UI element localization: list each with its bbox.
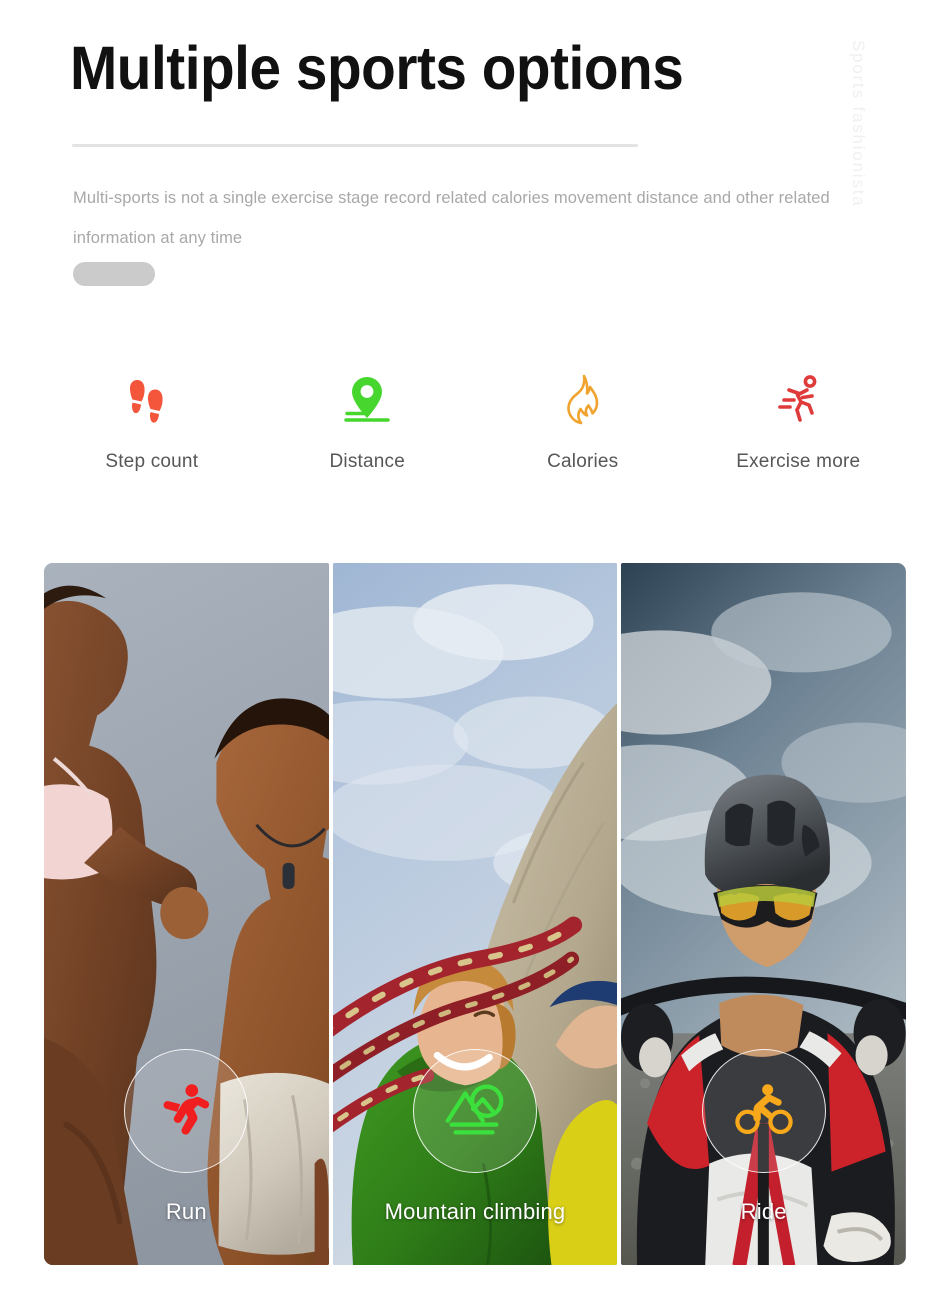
feature-item-step-count[interactable]: Step count	[44, 365, 260, 495]
panel-mountain-climbing[interactable]: Mountain climbing	[332, 563, 618, 1265]
placeholder-pill	[73, 262, 155, 286]
location-pin-icon	[335, 365, 399, 435]
footprints-icon	[120, 365, 184, 435]
panel-run[interactable]: Run	[44, 563, 329, 1265]
sport-panels: Run Mountain climbing Ride	[44, 563, 907, 1265]
feature-item-distance[interactable]: Distance	[260, 365, 476, 495]
running-person-icon	[155, 1078, 217, 1145]
panel-badge-ride[interactable]	[701, 1049, 826, 1173]
page-title: Multiple sports options	[70, 34, 684, 102]
feature-item-exercise-more[interactable]: Exercise more	[691, 365, 907, 495]
panel-caption-ride: Ride	[740, 1199, 787, 1224]
panel-ride[interactable]: Ride	[621, 563, 907, 1265]
feature-row: Step count Distance Calories Exercise mo…	[44, 365, 906, 495]
flame-icon	[551, 365, 615, 435]
feature-label: Step count	[105, 451, 199, 472]
panel-caption-run: Run	[165, 1199, 207, 1224]
running-icon	[766, 365, 830, 435]
feature-item-calories[interactable]: Calories	[475, 365, 691, 495]
feature-label: Exercise more	[736, 451, 861, 472]
side-vertical-label: Sports fashionista	[849, 40, 868, 208]
mountain-icon	[440, 1074, 510, 1149]
page-subtitle: Multi-sports is not a single exercise st…	[73, 189, 830, 248]
panel-caption-mountain-climbing: Mountain climbing	[384, 1199, 566, 1224]
cyclist-icon	[731, 1076, 797, 1147]
title-divider	[72, 144, 638, 147]
feature-label: Calories	[547, 451, 619, 472]
feature-label: Distance	[329, 451, 406, 472]
panel-badge-mountain-climbing[interactable]	[413, 1049, 537, 1173]
panel-badge-run[interactable]	[124, 1049, 249, 1173]
